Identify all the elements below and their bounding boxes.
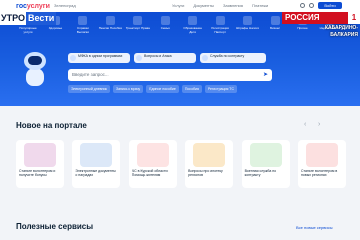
card-caption: Станьте волонтером в новых регионах xyxy=(300,169,338,178)
card-caption: Вопросы про ипотеку регионов xyxy=(188,169,223,178)
school-icon xyxy=(188,16,198,25)
all-services-link[interactable]: Все новые сервисы xyxy=(296,225,332,230)
category-label: Бизнес xyxy=(270,26,280,30)
notifications-icon[interactable] xyxy=(300,3,305,8)
puzzle-icon xyxy=(24,143,56,167)
top-link-applications[interactable]: Заявления xyxy=(223,3,243,8)
house-icon xyxy=(193,143,226,167)
top-link-services[interactable]: Услуги xyxy=(172,3,184,8)
category-certificates[interactable]: Справки Выписки xyxy=(71,16,95,34)
category-education[interactable]: Образование Дети xyxy=(181,16,205,34)
card-caption: Военная служба по контракту xyxy=(244,169,277,178)
prev-arrow-icon[interactable]: ‹ xyxy=(304,121,306,128)
category-pensions[interactable]: Пенсии Пособия xyxy=(98,16,122,34)
search-input[interactable]: Введите запрос... ➤ xyxy=(68,69,272,81)
top-link-payments[interactable]: Платежи xyxy=(252,3,268,8)
robot-assistant-illustration[interactable] xyxy=(20,52,50,92)
category-label: Пенсии Пособия xyxy=(98,26,122,30)
region-line-1: КАБАРДИНО- xyxy=(324,25,358,31)
receipt-icon xyxy=(243,16,253,25)
category-family[interactable]: Семья xyxy=(153,16,177,34)
quick-link-label: Служба по контракту xyxy=(210,54,245,58)
category-label: Здоровье xyxy=(48,26,63,30)
info-icon xyxy=(70,55,76,61)
category-label: Популярные услуги xyxy=(19,26,37,34)
category-label: Семья xyxy=(160,26,170,30)
region-line-2: БАЛКАРИЯ xyxy=(330,32,358,38)
passport-icon xyxy=(215,16,225,25)
briefcase-icon xyxy=(270,16,280,25)
quick-link-label: Вопросы и Атака xyxy=(144,54,172,58)
medal-icon xyxy=(249,143,282,167)
quick-link-1[interactable]: МФКА в одном программах xyxy=(68,53,130,63)
chip-benefits[interactable]: Пособия xyxy=(181,85,202,93)
category-transport[interactable]: Транспорт Права xyxy=(126,16,150,34)
wallet-icon xyxy=(105,16,115,25)
news-card[interactable]: Военная служба по контракту xyxy=(241,140,290,188)
car-icon xyxy=(133,16,143,25)
question-icon xyxy=(136,55,142,61)
logo-part-2: услуги xyxy=(26,3,50,10)
search-placeholder: Введите запрос... xyxy=(72,72,109,77)
news-card[interactable]: Вопросы про ипотеку регионов xyxy=(185,140,234,188)
shield-icon xyxy=(202,55,208,61)
tv-program-logo: УТРО Вести xyxy=(0,12,57,25)
popular-chips: Электронный дневник Запись к врачу Едино… xyxy=(68,85,237,93)
card-caption: ЧС в Курской области: Помощь жителям xyxy=(131,169,169,178)
news-card[interactable]: ЧС в Курской области: Помощь жителям xyxy=(128,140,177,188)
send-arrow-icon[interactable]: ➤ xyxy=(263,71,268,78)
services-section-title: Полезные сервисы xyxy=(16,222,94,231)
login-button[interactable]: Войти xyxy=(318,2,342,9)
document-icon xyxy=(80,143,113,167)
document-icon xyxy=(78,16,88,25)
chip-vehicle-registration[interactable]: Регистрация ТС xyxy=(204,85,237,93)
category-label: Штрафы Налоги xyxy=(236,26,260,30)
channel-number: 1 xyxy=(348,12,360,24)
next-arrow-icon[interactable]: › xyxy=(318,121,320,128)
quick-link-label: МФКА в одном программах xyxy=(78,54,123,58)
news-card[interactable]: Станьте волонтером в новых регионах xyxy=(297,140,346,188)
news-section-title: Новое на портале xyxy=(16,121,87,130)
news-card[interactable]: Станьте волонтером и получите бонусы xyxy=(16,140,64,188)
family-icon xyxy=(160,16,170,25)
category-registration[interactable]: Регистрация Паспорт xyxy=(208,16,232,34)
region-selector[interactable]: Зеленоград xyxy=(54,3,76,8)
news-card[interactable]: Электронные документы о наградах xyxy=(72,140,121,188)
tv-logo-part-1: УТРО xyxy=(0,12,26,25)
channel-name: РОССИЯ xyxy=(285,13,320,22)
accessibility-icon[interactable] xyxy=(309,3,314,8)
chip-diary[interactable]: Электронный дневник xyxy=(68,85,110,93)
quick-link-3[interactable]: Служба по контракту xyxy=(200,53,266,63)
gosuslugi-logo[interactable]: госуслуги xyxy=(16,3,50,10)
shield-icon xyxy=(136,143,169,167)
logo-part-1: гос xyxy=(16,3,27,10)
top-header: госуслуги Зеленоград Услуги Документы За… xyxy=(0,0,360,12)
category-label: Образование Дети xyxy=(183,26,203,34)
channel-bar: РОССИЯ 1 xyxy=(282,12,360,24)
quick-link-2[interactable]: Вопросы и Атака xyxy=(134,53,196,63)
card-caption: Станьте волонтером и получите бонусы xyxy=(19,169,56,178)
news-cards: Станьте волонтером и получите бонусы Эле… xyxy=(16,140,346,188)
robot-body xyxy=(26,68,44,86)
card-caption: Электронные документы о наградах xyxy=(75,169,116,178)
tv-logo-part-2: Вести xyxy=(25,12,57,25)
category-label: Регистрация Паспорт xyxy=(211,26,229,34)
category-label: Транспорт Права xyxy=(125,26,150,30)
category-label: Справки Выписки xyxy=(76,26,89,34)
top-link-documents[interactable]: Документы xyxy=(193,3,214,8)
chip-allowance[interactable]: Единое пособие xyxy=(146,85,179,93)
category-fines[interactable]: Штрафы Налоги xyxy=(236,16,260,34)
tv-channel-logo: РОССИЯ 1 КАБАРДИНО- БАЛКАРИЯ xyxy=(282,12,360,46)
heart-icon xyxy=(305,143,338,167)
top-links: Услуги Документы Заявления Платежи xyxy=(172,3,268,8)
robot-face xyxy=(28,56,42,65)
chip-doctor[interactable]: Запись к врачу xyxy=(112,85,144,93)
